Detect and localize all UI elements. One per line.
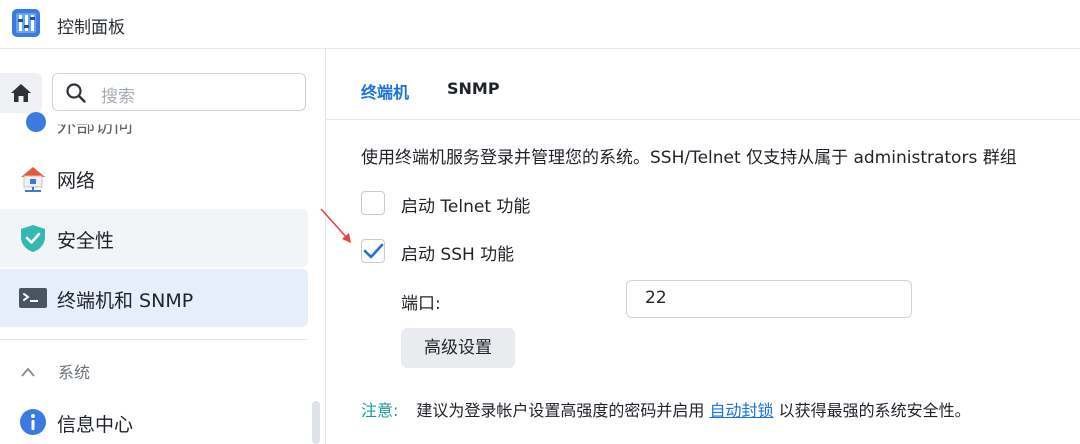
- auto-block-link[interactable]: 自动封锁: [710, 401, 774, 420]
- app-title: 控制面板: [57, 18, 125, 38]
- sidebar-item-label: 安全性: [57, 230, 115, 252]
- info-icon: [20, 409, 46, 435]
- sidebar-item-terminal-snmp[interactable]: 终端机和 SNMP: [0, 269, 308, 327]
- sidebar-item-info-center[interactable]: 信息中心: [0, 393, 308, 444]
- terminal-icon: [19, 288, 47, 308]
- shield-check-icon: [21, 225, 45, 252]
- sidebar-divider: [0, 339, 308, 340]
- sidebar-section-system[interactable]: 系统: [20, 359, 90, 383]
- terminal-description: 使用终端机服务登录并管理您的系统。SSH/Telnet 仅支持从属于 admin…: [361, 148, 1017, 168]
- note-text: 建议为登录帐户设置高强度的密码并启用: [416, 401, 705, 420]
- advanced-settings-button[interactable]: 高级设置: [401, 328, 515, 368]
- tab-terminal[interactable]: 终端机: [361, 79, 409, 103]
- sidebar-item-label: 信息中心: [57, 414, 134, 436]
- sidebar-item-label: 外部访问: [57, 115, 134, 138]
- sidebar: 搜索 外部访问 网络 安全性 终端机和 SNMP 系统 信息中心: [0, 49, 326, 444]
- sidebar-item-security[interactable]: 安全性: [0, 209, 308, 267]
- search-icon: [66, 83, 86, 103]
- sidebar-scrollbar[interactable]: [312, 401, 320, 444]
- sidebar-item-network[interactable]: 网络: [0, 149, 308, 207]
- chevron-up-icon: [20, 363, 36, 382]
- security-note: 注意: 建议为登录帐户设置高强度的密码并启用 自动封锁 以获得最强的系统安全性。: [361, 397, 971, 421]
- sidebar-item-external-access[interactable]: 外部访问: [0, 112, 308, 147]
- note-text-tail: 以获得最强的系统安全性。: [778, 401, 971, 420]
- port-input[interactable]: 22: [626, 280, 912, 318]
- section-label: 系统: [58, 363, 91, 382]
- telnet-checkbox[interactable]: [361, 191, 385, 215]
- search-placeholder: 搜索: [101, 87, 135, 107]
- sidebar-item-label: 终端机和 SNMP: [57, 290, 194, 312]
- telnet-label: 启动 Telnet 功能: [401, 197, 531, 217]
- main-panel: 终端机 SNMP 使用终端机服务登录并管理您的系统。SSH/Telnet 仅支持…: [326, 49, 1080, 444]
- ssh-label: 启动 SSH 功能: [401, 245, 515, 265]
- note-prefix: 注意:: [361, 401, 399, 420]
- window-titlebar: 控制面板: [0, 0, 1080, 49]
- checkmark-icon: [363, 243, 383, 258]
- ssh-checkbox[interactable]: [361, 239, 385, 263]
- search-box[interactable]: 搜索: [52, 73, 306, 111]
- port-label: 端口:: [401, 294, 441, 314]
- annotation-arrow-icon: [320, 208, 351, 243]
- tab-snmp[interactable]: SNMP: [447, 79, 500, 98]
- sidebar-item-label: 网络: [57, 170, 96, 192]
- control-panel-icon: [12, 9, 40, 37]
- network-house-icon: [21, 167, 45, 192]
- tab-bar: 终端机 SNMP: [326, 49, 1080, 120]
- external-access-icon: [26, 112, 46, 132]
